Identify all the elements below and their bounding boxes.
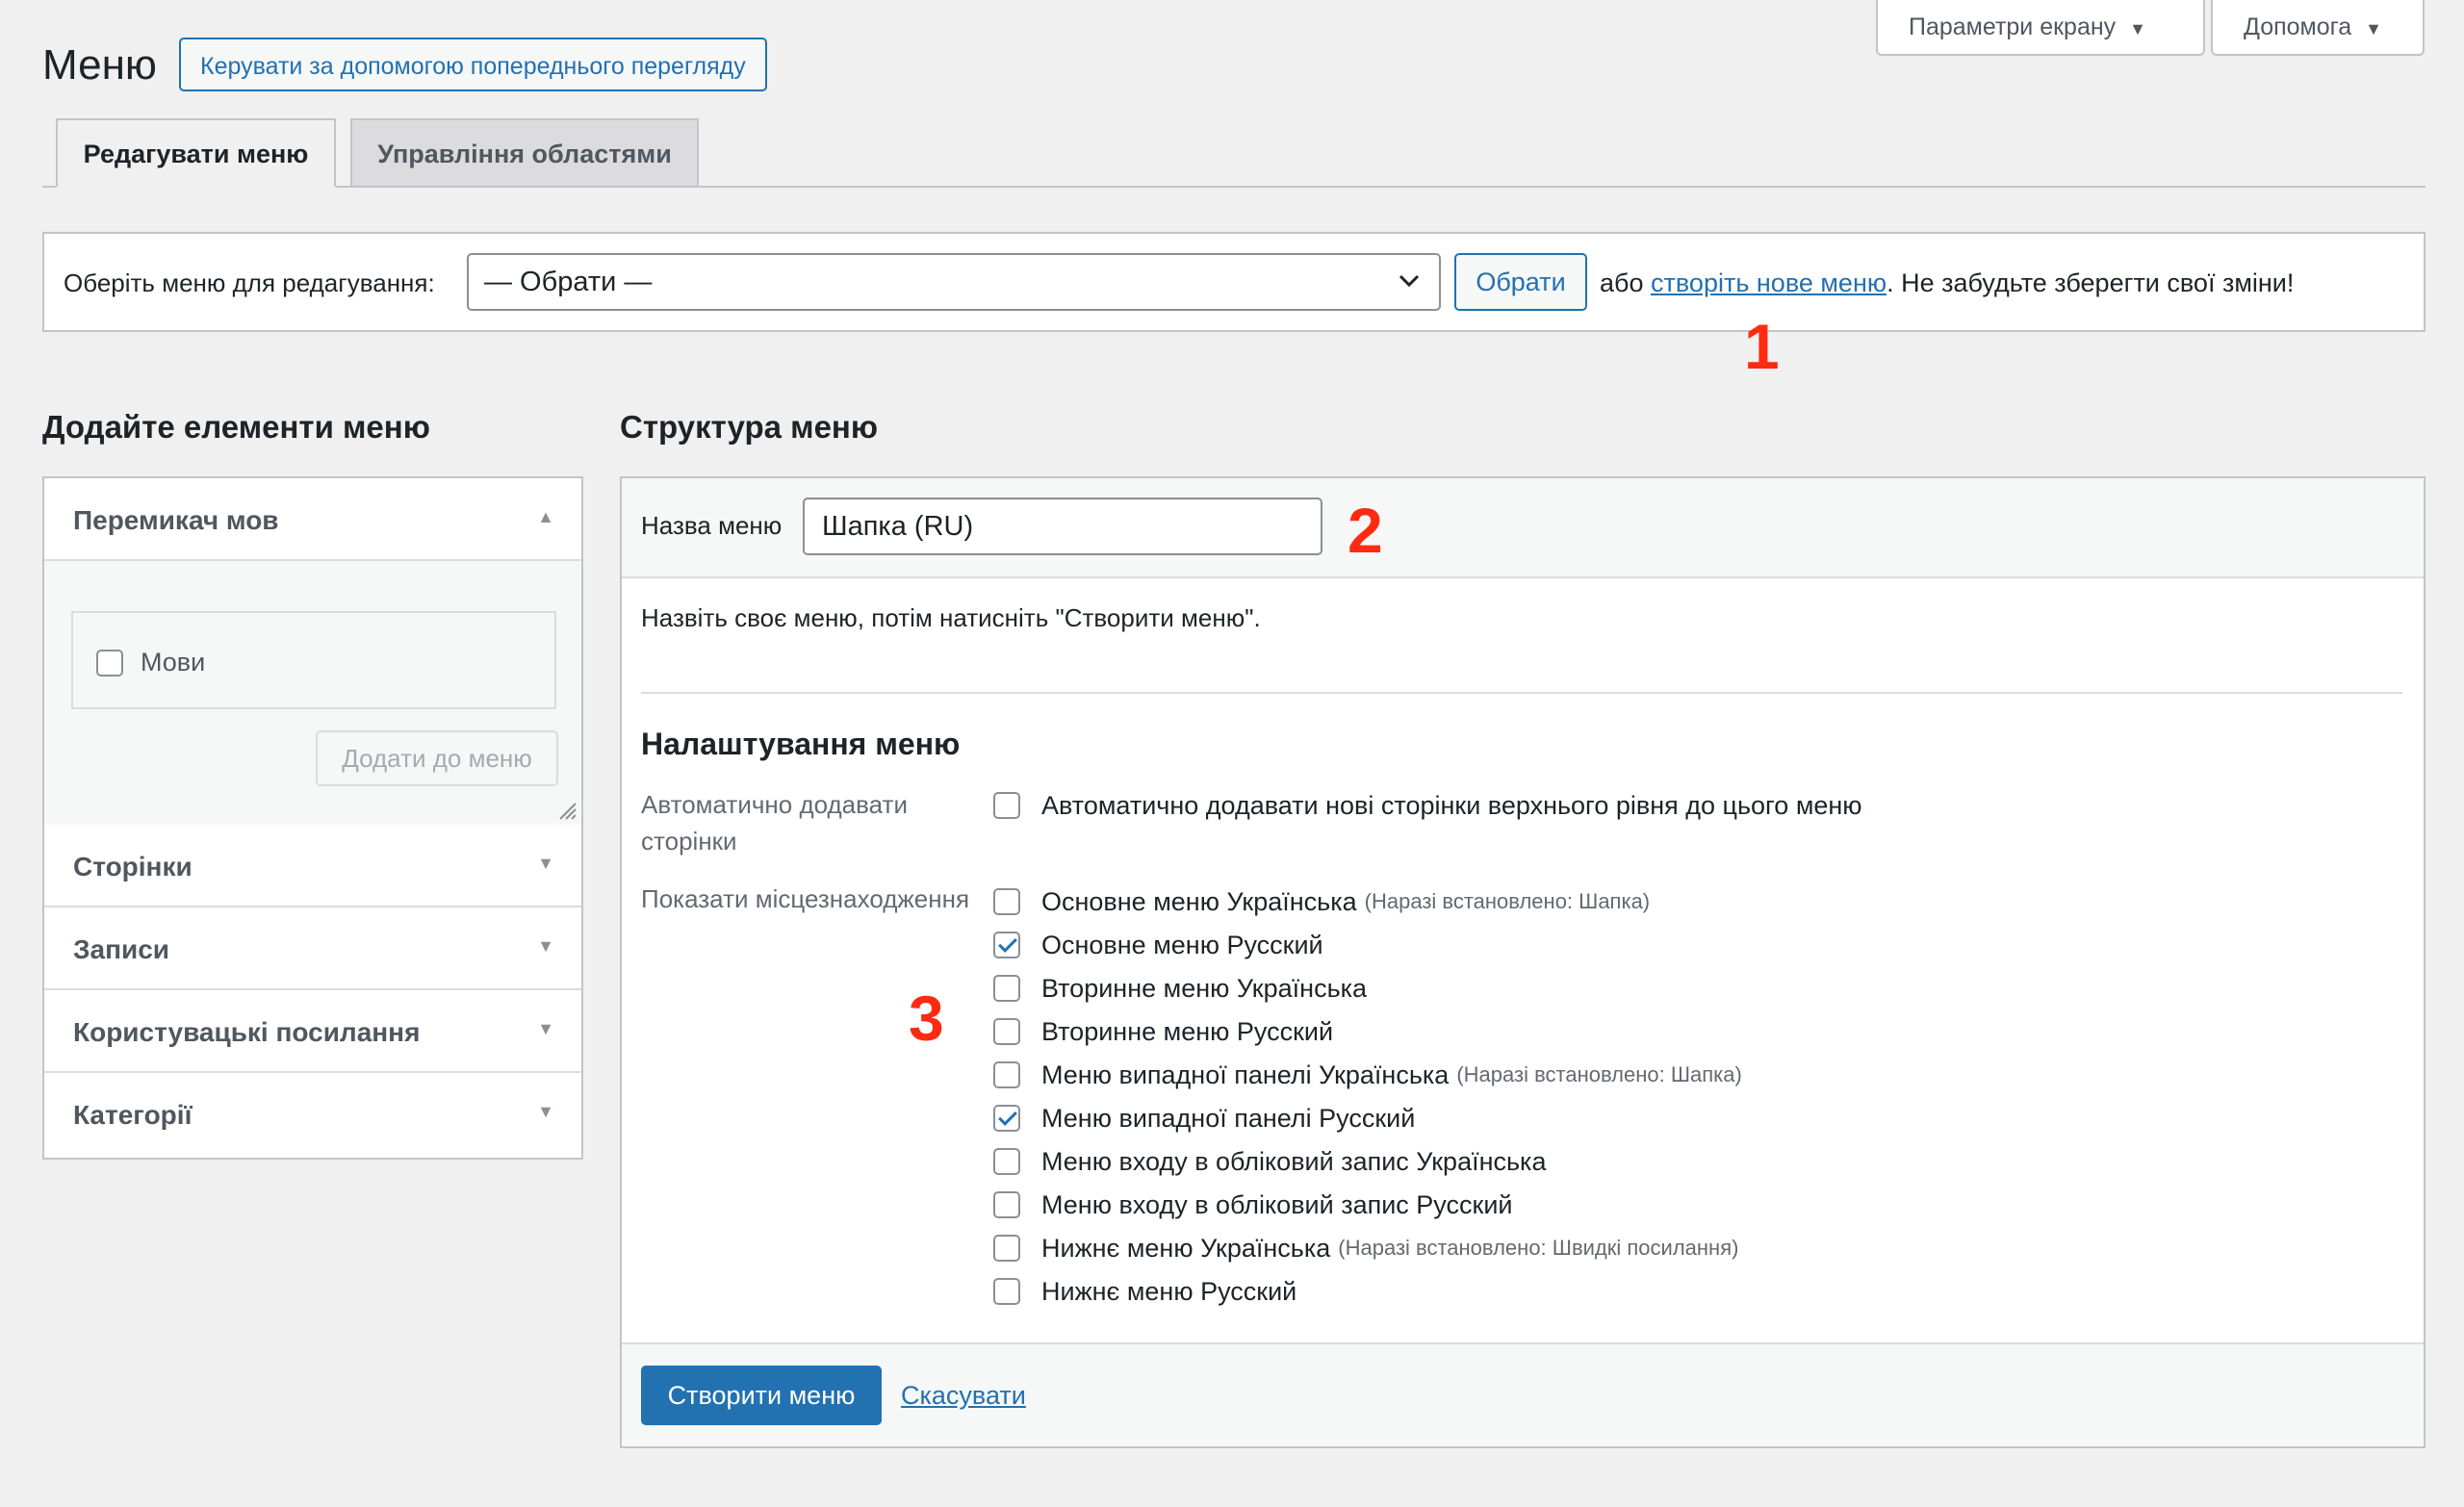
location-label: Основне меню Українська <box>1041 886 1357 916</box>
add-menu-items-panel: Перемикач мов ▲ Мови Додати до меню Стор… <box>42 476 583 1160</box>
location-checkbox[interactable] <box>993 1148 1020 1175</box>
location-label: Нижнє меню Українська <box>1041 1233 1331 1263</box>
caret-down-icon: ▼ <box>537 854 554 873</box>
screen-options-button[interactable]: Параметри екрану ▼ <box>1876 0 2205 56</box>
auto-add-label: Автоматично додавати сторінки <box>641 790 908 856</box>
menu-footer: Створити меню Скасувати <box>622 1342 2424 1446</box>
annotation-1: 1 <box>1744 311 1780 382</box>
location-label: Вторинне меню Українська <box>1041 973 1368 1003</box>
location-option[interactable]: Вторинне меню Русский <box>993 1012 1333 1051</box>
languages-box: Мови <box>71 611 556 709</box>
caret-down-icon: ▼ <box>2129 19 2146 38</box>
menu-structure-title: Структура меню <box>620 409 879 445</box>
caret-down-icon: ▼ <box>2365 19 2382 38</box>
add-menu-items-title: Додайте елементи меню <box>42 409 430 445</box>
caret-up-icon: ▲ <box>537 507 554 526</box>
location-label: Вторинне меню Русский <box>1041 1016 1334 1046</box>
cancel-link[interactable]: Скасувати <box>901 1381 1026 1411</box>
languages-checkbox[interactable] <box>96 649 123 677</box>
select-menu-label: Оберіть меню для редагування: <box>64 268 435 297</box>
page-title: Меню <box>42 41 157 89</box>
annotation-2: 2 <box>1348 495 1383 566</box>
accordion-language-switcher[interactable]: Перемикач мов ▲ <box>44 478 581 561</box>
location-label: Меню входу в обліковий запис Українська <box>1041 1146 1547 1176</box>
location-checkbox[interactable] <box>993 888 1020 915</box>
tab-manage-locations[interactable]: Управління областями <box>350 118 699 188</box>
accordion-title: Перемикач мов <box>73 505 279 535</box>
location-checkbox[interactable] <box>993 975 1020 1002</box>
location-checkbox[interactable] <box>993 1235 1020 1262</box>
accordion-title: Записи <box>73 934 170 964</box>
menu-select-value: — Обрати — <box>484 267 653 297</box>
caret-down-icon: ▼ <box>537 1102 554 1121</box>
location-current-note: (Наразі встановлено: Шапка) <box>1364 889 1651 913</box>
location-option[interactable]: Меню входу в обліковий запис Українська <box>993 1142 1546 1181</box>
divider <box>641 692 2402 694</box>
chevron-down-icon <box>1397 255 1422 327</box>
accordion-custom-links[interactable]: Користувацькі посилання ▼ <box>44 990 581 1073</box>
location-option[interactable]: Основне меню Русский <box>993 926 1323 964</box>
location-label: Меню випадної панелі Українська <box>1041 1060 1450 1089</box>
help-button[interactable]: Допомога ▼ <box>2211 0 2425 56</box>
location-current-note: (Наразі встановлено: Швидкі посилання) <box>1338 1236 1739 1260</box>
accordion-categories[interactable]: Категорії ▼ <box>44 1073 581 1156</box>
location-label: Меню випадної панелі Русский <box>1041 1103 1416 1133</box>
accordion-posts[interactable]: Записи ▼ <box>44 907 581 990</box>
location-label: Нижнє меню Русский <box>1041 1276 1297 1306</box>
location-checkbox[interactable] <box>993 1061 1020 1088</box>
or-text: або <box>1600 268 1644 297</box>
create-new-menu-link[interactable]: створіть нове меню <box>1651 268 1886 297</box>
display-location-label: Показати місцезнаходження <box>641 884 970 913</box>
caret-down-icon: ▼ <box>537 1019 554 1038</box>
create-menu-button[interactable]: Створити меню <box>641 1366 882 1425</box>
menu-settings-title: Налаштування меню <box>641 727 961 761</box>
location-option[interactable]: Меню входу в обліковий запис Русский <box>993 1186 1512 1224</box>
menu-instruction: Назвіть своє меню, потім натисніть "Ство… <box>641 603 1261 632</box>
auto-add-option[interactable]: Автоматично додавати нові сторінки верхн… <box>993 786 1862 825</box>
menu-select[interactable]: — Обрати — <box>467 253 1441 311</box>
location-label: Меню входу в обліковий запис Русский <box>1041 1189 1513 1219</box>
menu-name-header: Назва меню Шапка (RU) <box>622 478 2424 578</box>
location-checkbox[interactable] <box>993 932 1020 958</box>
location-option[interactable]: Меню випадної панелі Русский <box>993 1099 1415 1137</box>
location-option[interactable]: Вторинне меню Українська <box>993 969 1367 1008</box>
menu-name-input[interactable]: Шапка (RU) <box>803 498 1322 555</box>
resize-grip-icon[interactable] <box>556 800 578 821</box>
languages-label: Мови <box>141 648 206 677</box>
save-reminder: . Не забудьте зберегти свої зміни! <box>1886 268 2295 297</box>
help-label: Допомога <box>2244 13 2352 40</box>
accordion-title: Користувацькі посилання <box>73 1017 421 1047</box>
location-option[interactable]: Нижнє меню Русский <box>993 1272 1296 1311</box>
tab-edit-menus[interactable]: Редагувати меню <box>56 118 336 188</box>
accordion-title: Сторінки <box>73 852 192 881</box>
location-current-note: (Наразі встановлено: Шапка) <box>1456 1062 1742 1086</box>
caret-down-icon: ▼ <box>537 936 554 956</box>
language-switcher-body: Мови Додати до меню <box>44 561 581 827</box>
location-checkbox[interactable] <box>993 1191 1020 1218</box>
screen-options-label: Параметри екрану <box>1909 13 2117 40</box>
choose-button[interactable]: Обрати <box>1454 253 1587 311</box>
create-menu-hint: або створіть нове меню. Не забудьте збер… <box>1600 268 2294 297</box>
location-checkbox[interactable] <box>993 1105 1020 1132</box>
location-option[interactable]: Основне меню Українська (Наразі встановл… <box>993 882 1650 921</box>
annotation-3: 3 <box>909 983 944 1054</box>
auto-add-option-label: Автоматично додавати нові сторінки верхн… <box>1041 790 1862 820</box>
location-checkbox[interactable] <box>993 1278 1020 1305</box>
auto-add-checkbox[interactable] <box>993 792 1020 819</box>
location-option[interactable]: Меню випадної панелі Українська (Наразі … <box>993 1056 1742 1094</box>
location-label: Основне меню Русский <box>1041 930 1323 959</box>
menu-structure-panel: Назва меню Шапка (RU) Назвіть своє меню,… <box>620 476 2426 1448</box>
accordion-pages[interactable]: Сторінки ▼ <box>44 825 581 907</box>
manage-with-preview-button[interactable]: Керувати за допомогою попереднього перег… <box>179 38 767 91</box>
location-checkbox[interactable] <box>993 1018 1020 1045</box>
accordion-title: Категорії <box>73 1100 192 1130</box>
location-option[interactable]: Нижнє меню Українська (Наразі встановлен… <box>993 1229 1738 1267</box>
add-to-menu-button[interactable]: Додати до меню <box>316 730 558 786</box>
menu-name-label: Назва меню <box>641 511 783 540</box>
